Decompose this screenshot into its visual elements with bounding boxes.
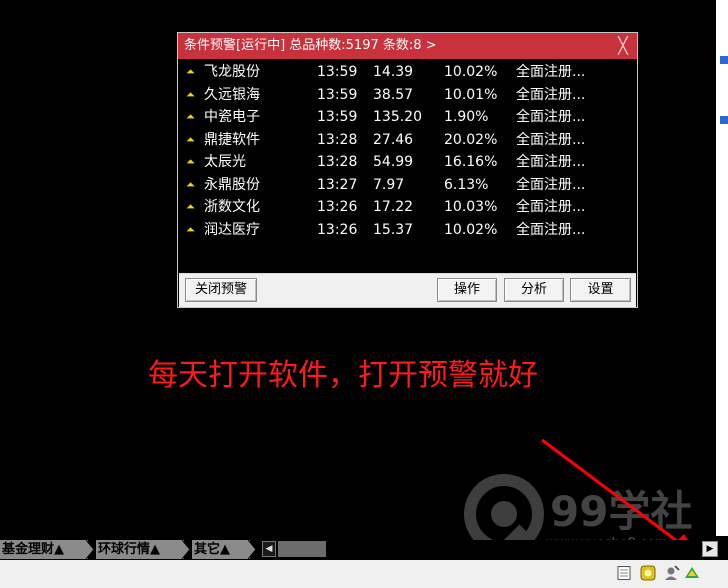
stock-name: 润达医疗 (204, 221, 260, 238)
double-up-arrow-icon: ⏶ (186, 132, 195, 146)
alert-condition: 全面注册... (516, 64, 586, 80)
settings-button[interactable]: 设置 (570, 278, 631, 302)
price-change: 16.16% (444, 154, 498, 170)
close-icon[interactable]: ╳ (615, 33, 631, 59)
double-up-arrow-icon: ⏶ (186, 110, 195, 123)
stock-price: 27.46 (373, 131, 414, 148)
analyze-button[interactable]: 分析 (504, 278, 564, 302)
alert-time: 13:27 (317, 176, 358, 193)
status-bar (0, 560, 728, 588)
alert-condition: 全面注册... (516, 131, 586, 148)
dialog-button-bar: 关闭预警 操作 分析 设置 (179, 273, 636, 307)
panel-marker (720, 56, 728, 64)
instruction-caption: 每天打开软件，打开预警就好 (148, 358, 538, 393)
alert-time: 13:26 (317, 199, 358, 215)
stock-price: 54.99 (373, 154, 414, 170)
stock-name: 浙数文化 (204, 199, 260, 215)
alert-row[interactable]: ⏶ 中瓷电子 13:59 135.20 1.90% 全面注册... (178, 106, 637, 129)
alert-condition: 全面注册... (516, 176, 586, 193)
alert-time: 13:59 (317, 109, 358, 125)
alert-condition: 全面注册... (516, 221, 586, 238)
price-change: 10.02% (444, 64, 498, 80)
alert-time: 13:28 (317, 131, 358, 148)
tab-global-market[interactable]: 环球行情▲ (96, 540, 184, 559)
price-change: 10.01% (444, 86, 498, 103)
alert-dialog: 条件预警[运行中] 总品种数:5197 条数:8 > ╳ ⏶ 飞龙股份 13:59 1… (177, 32, 638, 308)
alert-row[interactable]: ⏶ 浙数文化 13:26 17.22 10.03% 全面注册... (178, 196, 637, 219)
alert-condition: 全面注册... (516, 199, 586, 215)
alert-condition: 全面注册... (516, 109, 586, 125)
stock-price: 14.39 (373, 64, 414, 80)
stock-price: 17.22 (373, 199, 414, 215)
alert-list: ⏶ 飞龙股份 13:59 14.39 10.02% 全面注册... ⏶ 久远银海 13:59 38… (178, 61, 637, 241)
tab-other[interactable]: 其它▲ (192, 540, 250, 559)
tab-separator (248, 540, 257, 559)
user-icon[interactable] (664, 565, 680, 581)
horizontal-scrollbar-thumb[interactable] (278, 541, 326, 557)
stock-price: 15.37 (373, 221, 414, 238)
double-up-arrow-icon: ⏶ (186, 177, 195, 191)
scroll-right-button[interactable]: ▶ (702, 541, 718, 557)
price-change: 10.02% (444, 221, 498, 238)
stock-name: 太辰光 (204, 154, 246, 170)
panel-marker (720, 116, 728, 124)
dialog-title-bar[interactable]: 条件预警[运行中] 总品种数:5197 条数:8 > ╳ (178, 33, 637, 59)
stock-name: 中瓷电子 (204, 109, 260, 125)
stock-name: 久远银海 (204, 86, 260, 103)
alert-row[interactable]: ⏶ 久远银海 13:59 38.57 10.01% 全面注册... (178, 84, 637, 107)
tab-separator (182, 540, 191, 559)
alert-time: 13:28 (317, 154, 358, 170)
price-change: 10.03% (444, 199, 498, 215)
stock-price: 7.97 (373, 176, 405, 193)
yellow-bell-icon[interactable] (640, 565, 656, 581)
double-up-arrow-icon: ⏶ (186, 222, 195, 236)
scroll-left-button[interactable]: ◀ (262, 541, 276, 557)
close-alert-button[interactable]: 关闭预警 (185, 278, 257, 302)
stock-name: 鼎捷软件 (204, 131, 260, 148)
price-change: 20.02% (444, 131, 498, 148)
notepad-icon[interactable] (616, 565, 632, 581)
bottom-tab-bar: 基金理财▲ 环球行情▲ 其它▲ (0, 540, 728, 560)
alert-row[interactable]: ⏶ 润达医疗 13:26 15.37 10.02% 全面注册... (178, 219, 637, 242)
price-change: 6.13% (444, 176, 489, 193)
stock-name: 永鼎股份 (204, 176, 260, 193)
stock-price: 38.57 (373, 86, 414, 103)
alert-up-icon[interactable] (684, 565, 700, 581)
stock-name: 飞龙股份 (204, 64, 260, 80)
alert-condition: 全面注册... (516, 86, 586, 103)
price-change: 1.90% (444, 109, 489, 125)
alert-condition: 全面注册... (516, 154, 586, 170)
alert-time: 13:59 (317, 64, 358, 80)
alert-row[interactable]: ⏶ 太辰光 13:28 54.99 16.16% 全面注册... (178, 151, 637, 174)
alert-row[interactable]: ⏶ 飞龙股份 13:59 14.39 10.02% 全面注册... (178, 61, 637, 84)
tab-separator (86, 540, 95, 559)
alert-row[interactable]: ⏶ 永鼎股份 13:27 7.97 6.13% 全面注册... (178, 174, 637, 197)
double-up-arrow-icon: ⏶ (186, 87, 195, 101)
double-up-arrow-icon: ⏶ (186, 155, 195, 168)
tab-fund-finance[interactable]: 基金理财▲ (0, 540, 88, 559)
alert-time: 13:59 (317, 86, 358, 103)
stock-price: 135.20 (373, 109, 422, 125)
double-up-arrow-icon: ⏶ (186, 65, 195, 78)
double-up-arrow-icon: ⏶ (186, 200, 195, 213)
operate-button[interactable]: 操作 (437, 278, 497, 302)
alert-time: 13:26 (317, 221, 358, 238)
dialog-title: 条件预警[运行中] 总品种数:5197 条数:8 > (184, 38, 437, 53)
alert-row[interactable]: ⏶ 鼎捷软件 13:28 27.46 20.02% 全面注册... (178, 129, 637, 152)
